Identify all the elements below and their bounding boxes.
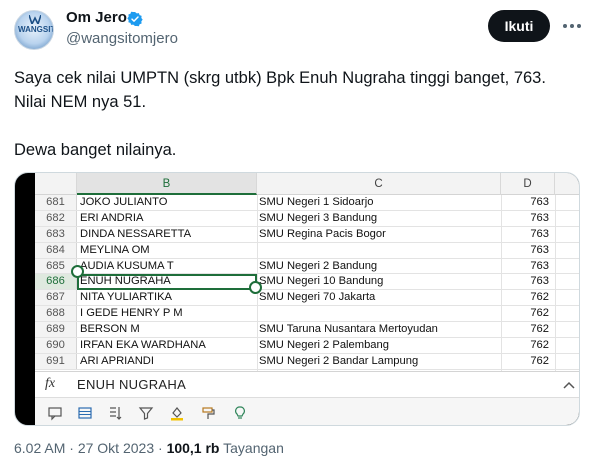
cell-name[interactable]: JOKO JULIANTO (80, 195, 256, 210)
column-header-d[interactable]: D (501, 173, 555, 195)
meta-separator: · (65, 440, 78, 456)
more-horizontal-icon[interactable] (560, 14, 584, 38)
cell-score[interactable]: 762 (501, 290, 549, 305)
comment-icon[interactable] (47, 405, 63, 421)
cell-name[interactable]: AUDIA KUSUMA T (80, 259, 256, 274)
row-number[interactable]: 687 (35, 290, 77, 306)
column-header-c[interactable]: C (257, 173, 501, 195)
row-number[interactable]: 684 (35, 242, 77, 258)
cell-name[interactable]: BERSON M (80, 322, 256, 337)
cell-score[interactable]: 763 (501, 259, 549, 274)
fill-color-icon[interactable] (169, 405, 185, 421)
cell-score[interactable]: 762 (501, 338, 549, 353)
table-row[interactable]: 681 JOKO JULIANTO SMU Negeri 1 Sidoarjo … (35, 195, 579, 211)
table-row[interactable]: 688 I GEDE HENRY P M 762 (35, 306, 579, 323)
cell-school[interactable]: SMU Negeri 2 Palembang (259, 338, 499, 353)
format-painter-icon[interactable] (200, 405, 216, 421)
tweet-media-image[interactable]: B C D 681 JOKO JULIANTO SMU Negeri 1 Sid… (14, 172, 580, 426)
tweet-line-1: Saya cek nilai UMPTN (skrg utbk) Bpk Enu… (14, 69, 546, 87)
author-display-name[interactable]: Om Jero (66, 9, 127, 26)
tweet-date[interactable]: 27 Okt 2023 (78, 440, 154, 456)
cell-score[interactable]: 762 (501, 322, 549, 337)
cell-school[interactable]: SMU Negeri 2 Bandar Lampung (259, 354, 499, 369)
cell-school[interactable]: SMU Negeri 3 Bandung (259, 211, 499, 226)
cell-school[interactable] (259, 243, 499, 258)
row-number[interactable]: 690 (35, 338, 77, 353)
column-header-next (555, 173, 579, 195)
table-row[interactable]: 684 MEYLINA OM 763 (35, 242, 579, 259)
row-number[interactable]: 689 (35, 322, 77, 338)
logo-mark-icon (29, 15, 41, 24)
verified-badge-icon (127, 11, 143, 27)
row-number[interactable]: 681 (35, 195, 77, 210)
tweet-line-3: Dewa banget nilainya. (14, 141, 177, 159)
table-row[interactable]: 685 AUDIA KUSUMA T SMU Negeri 2 Bandung … (35, 258, 579, 275)
chevron-up-icon[interactable] (563, 380, 575, 390)
spreadsheet-toolbar (35, 397, 579, 425)
tweet-line-2: Nilai NEM nya 51. (14, 93, 147, 111)
selection-handle-right[interactable] (249, 281, 262, 294)
cell-name[interactable]: ARI APRIANDI (80, 354, 256, 369)
avatar-logo-text: WANGSIT (18, 25, 54, 34)
row-number[interactable]: 683 (35, 226, 77, 242)
corner-header (35, 173, 77, 195)
view-count: 100,1 rb (166, 440, 220, 456)
formula-input[interactable]: ENUH NUGRAHA (77, 377, 186, 392)
table-row[interactable]: 691 ARI APRIANDI SMU Negeri 2 Bandar Lam… (35, 353, 579, 370)
row-number[interactable]: 691 (35, 353, 77, 369)
selection-handle-left[interactable] (71, 265, 84, 278)
cell-name[interactable]: IRFAN EKA WARDHANA (80, 338, 256, 353)
cell-school[interactable]: SMU Negeri 1 Sidoarjo (259, 195, 499, 210)
tweet-text: Saya cek nilai UMPTN (skrg utbk) Bpk Enu… (14, 66, 584, 162)
row-number[interactable]: 682 (35, 210, 77, 226)
cell-school[interactable]: SMU Negeri 2 Bandung (259, 259, 499, 274)
table-row[interactable]: 682 ERI ANDRIA SMU Negeri 3 Bandung 763 (35, 210, 579, 227)
selected-cell-outline (77, 274, 257, 290)
cell-school[interactable]: SMU Negeri 70 Jakarta (259, 290, 499, 305)
cell-school[interactable]: SMU Taruna Nusantara Mertoyudan (259, 322, 499, 337)
cell-name[interactable]: I GEDE HENRY P M (80, 306, 256, 321)
cell-score[interactable]: 762 (501, 306, 549, 321)
cell-school[interactable]: SMU Regina Pacis Bogor (259, 227, 499, 242)
idea-icon[interactable] (232, 405, 248, 421)
sort-icon[interactable] (107, 405, 123, 421)
spreadsheet: B C D 681 JOKO JULIANTO SMU Negeri 1 Sid… (35, 173, 579, 371)
cell-score[interactable]: 763 (501, 195, 549, 210)
row-number[interactable]: 688 (35, 306, 77, 322)
view-count-label: Tayangan (223, 440, 284, 456)
cell-name[interactable]: MEYLINA OM (80, 243, 256, 258)
follow-button[interactable]: Ikuti (488, 10, 550, 42)
tweet-meta: 6.02 AM · 27 Okt 2023 · 100,1 rb Tayanga… (14, 440, 284, 456)
meta-separator: · (154, 440, 167, 456)
author-handle[interactable]: @wangsitomjero (66, 30, 178, 47)
cell-score[interactable]: 763 (501, 227, 549, 242)
cell-name[interactable]: ERI ANDRIA (80, 211, 256, 226)
tweet-time[interactable]: 6.02 AM (14, 440, 65, 456)
filter-icon[interactable] (138, 405, 154, 421)
cell-score[interactable]: 762 (501, 354, 549, 369)
cell-score[interactable]: 763 (501, 274, 549, 289)
table-row[interactable]: 690 IRFAN EKA WARDHANA SMU Negeri 2 Pale… (35, 338, 579, 354)
cell-score[interactable]: 763 (501, 211, 549, 226)
table-icon[interactable] (77, 405, 93, 421)
avatar[interactable]: WANGSIT (14, 10, 54, 50)
cell-score[interactable]: 763 (501, 243, 549, 258)
table-row[interactable]: 687 NITA YULIARTIKA SMU Negeri 70 Jakart… (35, 290, 579, 307)
table-row[interactable]: 683 DINDA NESSARETTA SMU Regina Pacis Bo… (35, 226, 579, 243)
cell-name[interactable]: NITA YULIARTIKA (80, 290, 256, 305)
row-number-selected[interactable]: 686 (35, 274, 77, 290)
cell-school[interactable] (259, 306, 499, 321)
formula-bar: fx ENUH NUGRAHA (35, 371, 579, 397)
column-header-bar: B C D (35, 173, 579, 195)
cell-name[interactable]: DINDA NESSARETTA (80, 227, 256, 242)
cell-school[interactable]: SMU Negeri 10 Bandung (259, 274, 499, 289)
table-row[interactable]: 689 BERSON M SMU Taruna Nusantara Mertoy… (35, 322, 579, 339)
formula-fx-label: fx (45, 376, 56, 391)
column-header-b[interactable]: B (77, 173, 257, 195)
